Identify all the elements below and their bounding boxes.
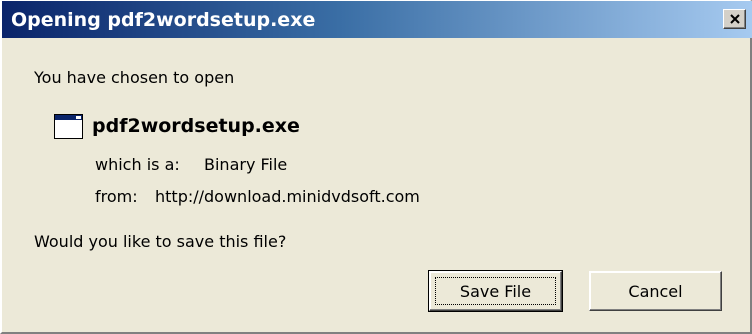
save-file-label: Save File bbox=[459, 281, 532, 301]
cancel-label: Cancel bbox=[628, 281, 683, 301]
cancel-button[interactable]: Cancel bbox=[589, 271, 722, 311]
application-window-icon bbox=[54, 114, 83, 139]
save-question: Would you like to save this file? bbox=[34, 232, 287, 251]
source-url: http://download.minidvdsoft.com bbox=[155, 187, 420, 206]
save-file-button[interactable]: Save File bbox=[428, 270, 563, 312]
file-type-value: Binary File bbox=[204, 155, 288, 174]
close-button[interactable] bbox=[723, 9, 746, 29]
file-type-label: which is a: bbox=[95, 155, 180, 174]
close-icon bbox=[730, 14, 740, 24]
save-file-dialog: Opening pdf2wordsetup.exe You have chose… bbox=[0, 0, 752, 334]
intro-text: You have chosen to open bbox=[34, 68, 235, 87]
file-name: pdf2wordsetup.exe bbox=[92, 115, 300, 137]
source-label: from: bbox=[95, 187, 138, 206]
dialog-title: Opening pdf2wordsetup.exe bbox=[11, 9, 316, 31]
title-bar[interactable]: Opening pdf2wordsetup.exe bbox=[2, 1, 752, 38]
